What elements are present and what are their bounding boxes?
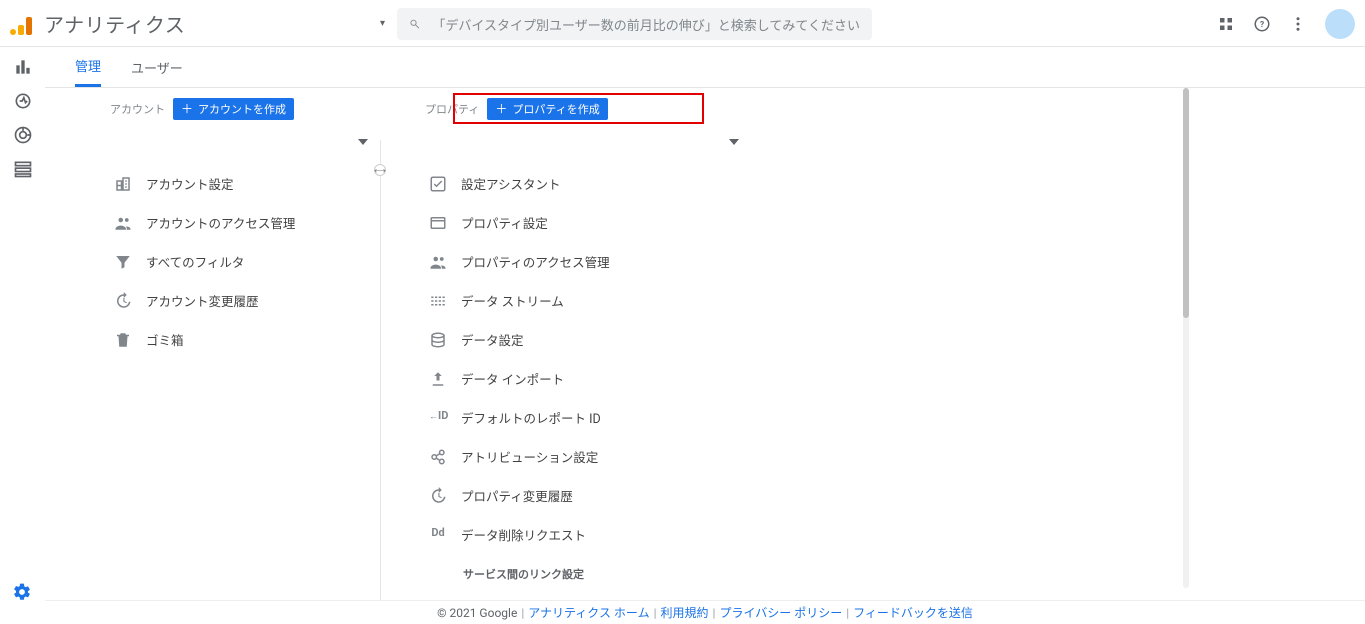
property-settings[interactable]: プロパティ設定 — [425, 203, 751, 242]
property-menu: 設定アシスタント プロパティ設定 プロパティのアクセス管理 データ ストリーム … — [400, 164, 751, 600]
data-settings[interactable]: データ設定 — [425, 320, 751, 359]
tab-user[interactable]: ユーザー — [131, 47, 183, 87]
scrollbar[interactable] — [1183, 88, 1189, 588]
app-title: アナリティクス — [44, 9, 185, 38]
streams-icon — [429, 292, 447, 310]
svg-text:?: ? — [1260, 20, 1264, 30]
reports-icon[interactable] — [13, 57, 33, 77]
configure-icon[interactable] — [13, 159, 33, 179]
trash[interactable]: ゴミ箱 — [110, 320, 380, 359]
tab-admin[interactable]: 管理 — [75, 47, 101, 87]
linking-section-title: サービス間のリンク設定 — [425, 554, 751, 588]
default-report-id[interactable]: ←ID デフォルトのレポート ID — [425, 398, 751, 437]
caret-down-icon — [729, 139, 739, 145]
history-icon — [429, 487, 447, 505]
search-placeholder: 「デバイスタイプ別ユーザー数の前月比の伸び」と検索してみてください — [432, 15, 860, 34]
check-box-icon — [429, 175, 447, 193]
admin-columns: アカウント ＋ アカウントを作成 アカウント設定 アカウントのアクセス管理 すべ… — [45, 88, 1183, 600]
account-column: アカウント ＋ アカウントを作成 アカウント設定 アカウントのアクセス管理 すべ… — [45, 88, 380, 600]
account-menu: アカウント設定 アカウントのアクセス管理 すべてのフィルタ アカウント変更履歴 … — [110, 164, 380, 359]
footer-copyright: © 2021 Google — [437, 606, 517, 620]
logo-area: アナリティクス — [10, 9, 185, 38]
admin-gear-icon[interactable] — [12, 582, 32, 602]
search-input[interactable]: 「デバイスタイプ別ユーザー数の前月比の伸び」と検索してみてください — [397, 8, 872, 40]
analytics-logo-icon — [10, 11, 34, 35]
all-filters[interactable]: すべてのフィルタ — [110, 242, 380, 281]
create-account-button[interactable]: ＋ アカウントを作成 — [173, 98, 294, 120]
attribution-icon — [429, 448, 447, 466]
caret-down-icon — [358, 139, 368, 145]
more-vert-icon[interactable] — [1289, 15, 1307, 33]
data-deletion-requests[interactable]: Dd データ削除リクエスト — [425, 515, 751, 554]
property-column: プロパティ ＋ プロパティを作成 設定アシスタント プロパティ設定 プロパティの… — [381, 88, 751, 600]
user-avatar[interactable] — [1325, 9, 1355, 39]
page-footer: © 2021 Google | アナリティクス ホーム | 利用規約 | プライ… — [45, 600, 1365, 624]
setup-assistant[interactable]: 設定アシスタント — [425, 164, 751, 203]
caret-down-icon: ▾ — [380, 18, 385, 29]
account-selector[interactable]: ▾ — [380, 18, 385, 29]
admin-tabs: 管理 ユーザー — [45, 47, 1365, 88]
app-header: アナリティクス ▾ 「デバイスタイプ別ユーザー数の前月比の伸び」と検索してみてく… — [0, 0, 1365, 47]
scrollbar-thumb[interactable] — [1183, 88, 1189, 318]
data-streams[interactable]: データ ストリーム — [425, 281, 751, 320]
property-change-history[interactable]: プロパティ変更履歴 — [425, 476, 751, 515]
search-icon — [409, 16, 420, 32]
account-settings[interactable]: アカウント設定 — [110, 164, 380, 203]
history-icon — [114, 292, 132, 310]
footer-terms-link[interactable]: 利用規約 — [661, 604, 709, 621]
attribution-settings[interactable]: アトリビューション設定 — [425, 437, 751, 476]
help-icon[interactable]: ? — [1253, 15, 1271, 33]
report-id-icon: ←ID — [429, 409, 447, 427]
header-actions: ? — [1217, 0, 1355, 47]
create-property-label: プロパティを作成 — [512, 101, 599, 117]
dd-icon: Dd — [429, 526, 447, 544]
account-access-mgmt[interactable]: アカウントのアクセス管理 — [110, 203, 380, 242]
filter-icon — [114, 253, 132, 271]
building-icon — [114, 175, 132, 193]
database-icon — [429, 331, 447, 349]
apps-diagnostic-icon[interactable] — [1217, 15, 1235, 33]
account-selector-dropdown[interactable] — [110, 128, 380, 156]
explore-icon[interactable] — [13, 91, 33, 111]
trash-icon — [114, 331, 132, 349]
plus-icon: ＋ — [181, 103, 193, 115]
advertising-icon[interactable] — [13, 125, 33, 145]
people-icon — [114, 214, 132, 232]
google-ads-link[interactable]: Google 広告とのリンク — [425, 588, 751, 600]
plus-icon: ＋ — [495, 103, 507, 115]
account-header-label: アカウント — [110, 101, 165, 117]
upload-icon — [429, 370, 447, 388]
property-header-label: プロパティ — [425, 101, 479, 117]
property-access-mgmt[interactable]: プロパティのアクセス管理 — [425, 242, 751, 281]
data-import[interactable]: データ インポート — [425, 359, 751, 398]
create-property-button[interactable]: ＋ プロパティを作成 — [487, 98, 607, 120]
people-icon — [429, 253, 447, 271]
account-change-history[interactable]: アカウント変更履歴 — [110, 281, 380, 320]
left-nav-rail — [0, 47, 45, 624]
card-icon — [429, 214, 447, 232]
create-account-label: アカウントを作成 — [198, 101, 286, 117]
footer-privacy-link[interactable]: プライバシー ポリシー — [719, 604, 842, 621]
footer-home-link[interactable]: アナリティクス ホーム — [528, 604, 649, 621]
property-selector-dropdown[interactable] — [400, 128, 751, 156]
footer-feedback-link[interactable]: フィードバックを送信 — [853, 604, 973, 621]
